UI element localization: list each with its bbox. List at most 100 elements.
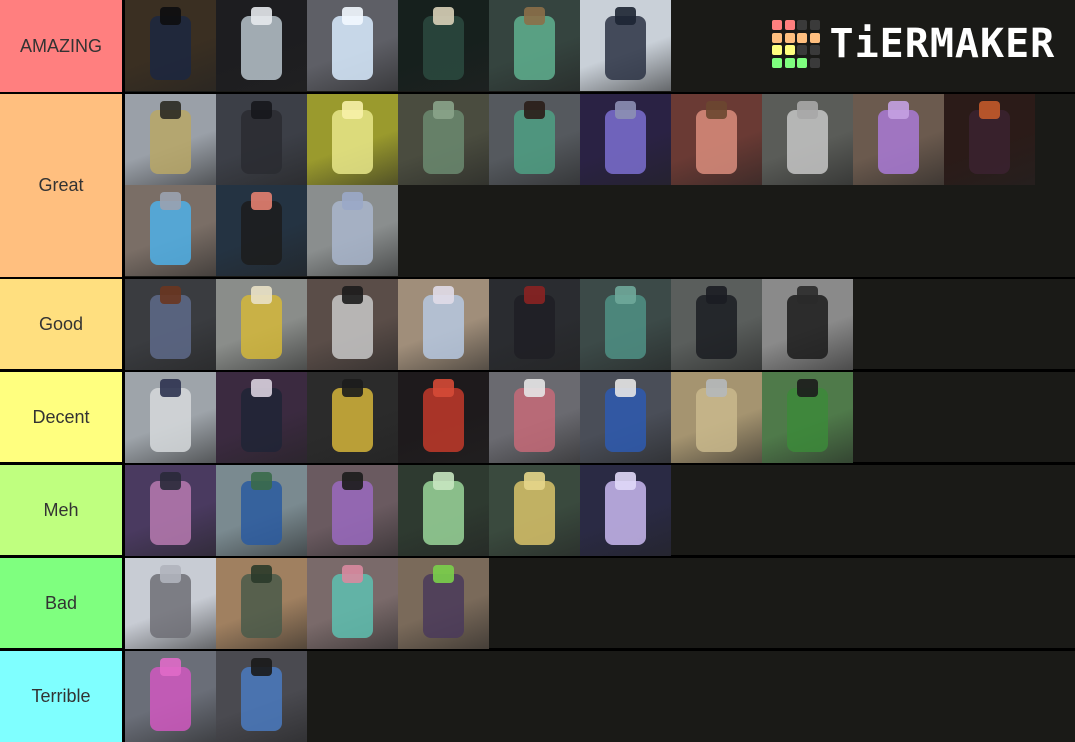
tier-item-lavender-stand[interactable] [580, 465, 671, 556]
tier-item-black-coat-character[interactable] [489, 279, 580, 370]
character-figure [423, 110, 464, 175]
character-figure [332, 16, 373, 81]
tier-item-teal-brown-stand[interactable] [489, 94, 580, 185]
tier-item-blue-muscle-stand[interactable] [125, 185, 216, 276]
tier-item-pastel-stand[interactable] [398, 279, 489, 370]
character-figure [150, 16, 191, 81]
tier-item-dark-navy-stand[interactable] [125, 0, 216, 91]
tier-item-grey-armor-stand[interactable] [762, 94, 853, 185]
character-figure [514, 16, 555, 81]
tier-item-purple-capped-character[interactable] [125, 465, 216, 556]
character-figure [696, 388, 737, 453]
tier-item-black-orange-stand[interactable] [944, 94, 1035, 185]
tier-row: Good [0, 279, 1075, 370]
tier-item-purple-dark-stand[interactable] [580, 94, 671, 185]
tier-item-pink-gloved-stand[interactable] [671, 94, 762, 185]
tier-item-sword-wielder[interactable] [580, 0, 671, 91]
tiermaker-grid-icon [772, 20, 820, 68]
character-head [796, 101, 819, 120]
tier-item-pistol-item[interactable] [216, 185, 307, 276]
character-figure [241, 388, 282, 453]
tier-item-tan-pistol-item[interactable] [671, 372, 762, 463]
character-head [159, 7, 182, 26]
tier-item-pink-check-stand[interactable] [489, 372, 580, 463]
logo-grid-cell [784, 45, 795, 55]
character-head [887, 101, 910, 120]
character-figure [241, 481, 282, 546]
character-head [978, 101, 1001, 120]
logo-grid-cell [809, 57, 820, 68]
character-figure [241, 295, 282, 360]
tier-item-purple-gold-stand[interactable] [307, 465, 398, 556]
tier-item-yellow-glow-stand[interactable] [307, 94, 398, 185]
tier-label[interactable]: Decent [0, 372, 125, 462]
character-head [432, 101, 455, 120]
character-head [432, 286, 455, 305]
tier-item-blue-black-gold-stand[interactable] [216, 651, 307, 742]
character-figure [696, 110, 737, 175]
tier-item-green-star-character[interactable] [762, 372, 853, 463]
character-head [159, 286, 182, 305]
logo-grid-cell [809, 45, 820, 55]
logo-grid-cell [784, 57, 795, 68]
character-head [341, 7, 364, 26]
tier-item-purple-green-doorway-stand[interactable] [398, 558, 489, 649]
tier-items [125, 279, 1075, 370]
tier-item-redhead-character[interactable] [125, 279, 216, 370]
logo-grid-cell [809, 32, 820, 43]
tier-item-white-gold-stand[interactable] [125, 372, 216, 463]
tier-item-red-stand[interactable] [398, 372, 489, 463]
logo-grid-cell [797, 57, 807, 68]
tier-item-glowing-white-stand[interactable] [307, 0, 398, 91]
logo-grid-cell [797, 32, 807, 43]
character-figure [969, 110, 1010, 175]
tier-item-blue-coat-stand[interactable] [216, 465, 307, 556]
tier-label[interactable]: Good [0, 279, 125, 369]
tier-item-teal-orange-stand[interactable] [489, 0, 580, 91]
tier-item-green-dark-stand[interactable] [398, 0, 489, 91]
character-figure [787, 110, 828, 175]
tier-label[interactable]: Great [0, 94, 125, 277]
character-head [159, 379, 182, 398]
tier-item-armadillo-stand[interactable] [125, 558, 216, 649]
tier-item-magenta-stand[interactable] [125, 651, 216, 742]
character-figure [150, 667, 191, 732]
tier-item-antler-stand[interactable] [307, 372, 398, 463]
character-figure [514, 295, 555, 360]
tier-item-white-armored-stand[interactable] [216, 0, 307, 91]
character-head [250, 658, 273, 677]
logo-grid-cell [772, 45, 782, 55]
tier-label[interactable]: Meh [0, 465, 125, 555]
tier-item-purple-diamond-stand[interactable] [853, 94, 944, 185]
tier-item-small-spiky-stand[interactable] [216, 558, 307, 649]
tier-item-checkered-stand[interactable] [307, 279, 398, 370]
tier-item-dark-room-swordsman[interactable] [762, 279, 853, 370]
tier-item-black-armored-stand[interactable] [216, 94, 307, 185]
tier-label[interactable]: Bad [0, 558, 125, 648]
character-head [432, 565, 455, 584]
tier-item-blue-white-stand[interactable] [580, 372, 671, 463]
tier-row: Meh [0, 465, 1075, 556]
character-head [614, 379, 637, 398]
tier-item-green-glow-stand[interactable] [398, 465, 489, 556]
tier-item-green-scale-stand[interactable] [580, 279, 671, 370]
tier-item-teal-pink-stand[interactable] [307, 558, 398, 649]
tier-item-gold-suit-character[interactable] [216, 279, 307, 370]
character-figure [514, 110, 555, 175]
tier-item-dark-hat-stand[interactable] [216, 372, 307, 463]
tier-label[interactable]: AMAZING [0, 0, 125, 92]
character-head [523, 101, 546, 120]
tier-items [125, 651, 1075, 742]
character-figure [696, 295, 737, 360]
character-figure [787, 295, 828, 360]
tier-item-silver-knight-stand[interactable] [307, 185, 398, 276]
tier-item-gold-star-stand[interactable] [125, 94, 216, 185]
character-head [341, 286, 364, 305]
character-head [796, 379, 819, 398]
tier-item-green-muscle-stand[interactable] [398, 94, 489, 185]
character-head [523, 472, 546, 491]
tier-item-katana-character[interactable] [671, 279, 762, 370]
tier-label[interactable]: Terrible [0, 651, 125, 742]
character-head [159, 658, 182, 677]
tier-item-gold-green-glow-stand[interactable] [489, 465, 580, 556]
